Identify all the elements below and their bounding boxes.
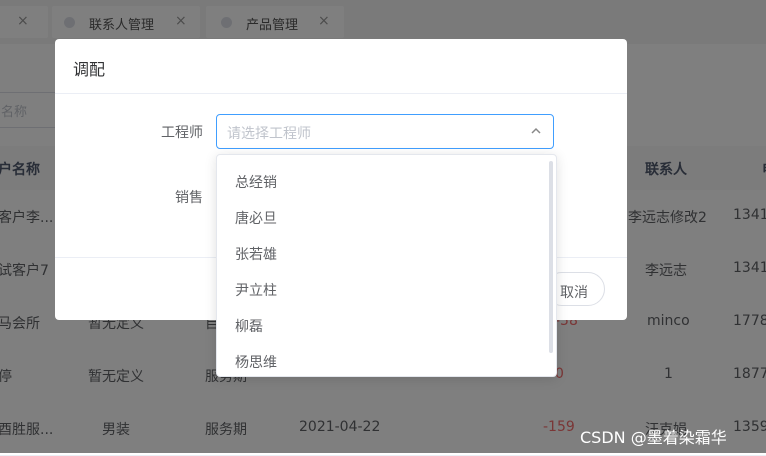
dropdown-option[interactable]: 尹立柱 [217,271,547,307]
dropdown-scrollbar[interactable] [549,161,553,353]
dropdown-option[interactable]: 杨思维 [217,343,547,376]
sales-label: 销售 [175,190,203,206]
dropdown-option[interactable]: 总经销 [217,163,547,199]
engineer-select-placeholder: 请选择工程师 [227,126,311,142]
option-label: 总经销 [235,175,277,191]
watermark: CSDN @墨着染霜华 [580,428,727,447]
dialog-title: 调配 [73,60,106,79]
dropdown-option[interactable]: 张若雄 [217,235,547,271]
option-label: 杨思维 [235,355,277,371]
option-label: 柳磊 [235,319,263,335]
cancel-button-label: 取消 [560,284,588,300]
header-divider [55,93,627,94]
option-label: 张若雄 [235,247,277,263]
option-label: 尹立柱 [235,283,277,299]
dropdown-option[interactable]: 柳磊 [217,307,547,343]
engineer-select[interactable]: 请选择工程师 [216,114,554,149]
engineer-label: 工程师 [161,125,203,141]
dropdown-option[interactable]: 唐必旦 [217,199,547,235]
engineer-dropdown: 总经销 唐必旦 张若雄 尹立柱 柳磊 杨思维 [216,154,557,377]
option-label: 唐必旦 [235,211,277,227]
chevron-up-icon [531,127,541,134]
